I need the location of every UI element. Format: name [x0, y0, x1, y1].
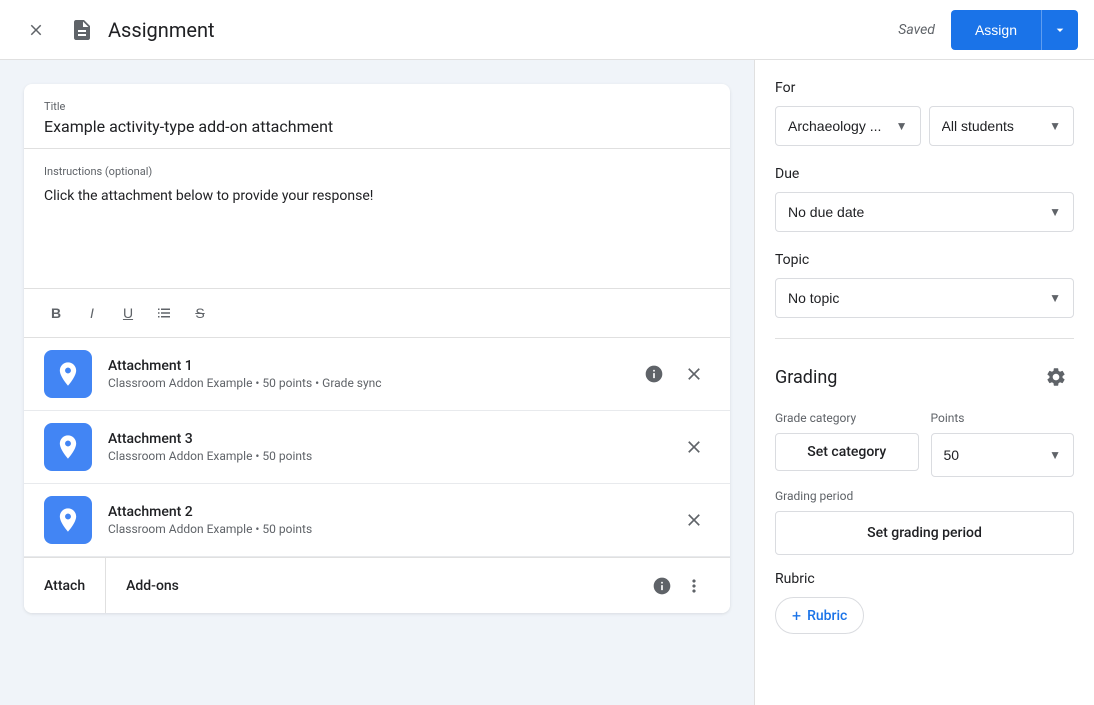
attachment-info-button[interactable]: [638, 358, 670, 390]
points-label: Points: [931, 411, 1075, 425]
doc-icon: [64, 12, 100, 48]
grading-section: Grading Grade category Set category Poin…: [775, 359, 1074, 634]
due-section: Due No due date ▼: [775, 166, 1074, 232]
bold-button[interactable]: B: [40, 297, 72, 329]
app-container: Assignment Saved Assign Title Instructio…: [0, 0, 1094, 705]
addons-label: Add-ons: [126, 578, 646, 594]
attachment-name: Attachment 1: [108, 358, 638, 374]
due-chevron-icon: ▼: [1049, 205, 1061, 219]
rubric-label: Rubric: [775, 571, 1074, 587]
students-chevron-icon: ▼: [1049, 119, 1061, 133]
topic-chevron-icon: ▼: [1049, 291, 1061, 305]
assign-dropdown-button[interactable]: [1041, 10, 1078, 50]
students-value: All students: [942, 118, 1014, 134]
grading-period-section: Grading period Set grading period: [775, 489, 1074, 555]
class-dropdown[interactable]: Archaeology ... ▼: [775, 106, 921, 146]
italic-button[interactable]: I: [76, 297, 108, 329]
points-chevron-icon: ▼: [1049, 448, 1061, 462]
grading-period-label: Grading period: [775, 489, 1074, 503]
attachment-info: Attachment 2 Classroom Addon Example • 5…: [108, 504, 678, 536]
underline-button[interactable]: U: [112, 297, 144, 329]
grade-category-label: Grade category: [775, 411, 919, 425]
topic-section: Topic No topic ▼: [775, 252, 1074, 339]
addons-info-button[interactable]: [646, 570, 678, 602]
rubric-section: Rubric + Rubric: [775, 571, 1074, 634]
instructions-text[interactable]: Click the attachment below to provide yo…: [44, 186, 710, 207]
add-rubric-label: Rubric: [807, 608, 847, 624]
page-title: Assignment: [108, 18, 898, 42]
add-rubric-button[interactable]: + Rubric: [775, 597, 864, 634]
topic-value: No topic: [788, 290, 839, 306]
addons-area: Add-ons: [105, 558, 730, 613]
class-chevron-icon: ▼: [896, 119, 908, 133]
attach-area[interactable]: Attach: [24, 558, 105, 613]
formatting-toolbar: B I U S: [24, 289, 730, 338]
attachment-meta: Classroom Addon Example • 50 points: [108, 449, 678, 463]
due-dropdown[interactable]: No due date ▼: [775, 192, 1074, 232]
attachment-remove-button[interactable]: [678, 504, 710, 536]
bottom-section: Attach Add-ons: [24, 557, 730, 613]
grade-category-col: Grade category Set category: [775, 411, 919, 477]
instructions-label: Instructions (optional): [44, 165, 710, 178]
for-dropdowns: Archaeology ... ▼ All students ▼: [775, 106, 1074, 146]
grading-header: Grading: [775, 359, 1074, 395]
attachment-actions: [678, 431, 710, 463]
points-col: Points 50 ▼: [931, 411, 1075, 477]
set-category-button[interactable]: Set category: [775, 433, 919, 471]
attachment-actions: [678, 504, 710, 536]
list-item: Attachment 1 Classroom Addon Example • 5…: [24, 338, 730, 411]
grading-settings-button[interactable]: [1038, 359, 1074, 395]
list-item: Attachment 3 Classroom Addon Example • 5…: [24, 411, 730, 484]
main-area: Title Instructions (optional) Click the …: [0, 60, 1094, 705]
saved-status: Saved: [898, 22, 935, 38]
list-item: Attachment 2 Classroom Addon Example • 5…: [24, 484, 730, 557]
set-grading-period-button[interactable]: Set grading period: [775, 511, 1074, 555]
attachment-remove-button[interactable]: [678, 431, 710, 463]
students-dropdown[interactable]: All students ▼: [929, 106, 1075, 146]
attachment-meta: Classroom Addon Example • 50 points • Gr…: [108, 376, 638, 390]
strikethrough-button[interactable]: S: [184, 297, 216, 329]
topic-dropdown[interactable]: No topic ▼: [775, 278, 1074, 318]
title-section: Title: [24, 84, 730, 149]
attachment-icon: [44, 496, 92, 544]
attachment-icon: [44, 350, 92, 398]
attachment-actions: [638, 358, 710, 390]
for-section: For Archaeology ... ▼ All students ▼: [775, 80, 1074, 146]
assignment-card: Title Instructions (optional) Click the …: [24, 84, 730, 613]
class-value: Archaeology ...: [788, 118, 881, 134]
for-label: For: [775, 80, 1074, 96]
due-value: No due date: [788, 204, 864, 220]
grading-title: Grading: [775, 367, 837, 388]
attachment-meta: Classroom Addon Example • 50 points: [108, 522, 678, 536]
attachment-info: Attachment 1 Classroom Addon Example • 5…: [108, 358, 638, 390]
title-label: Title: [44, 100, 710, 113]
plus-icon: +: [792, 606, 801, 625]
topic-label: Topic: [775, 252, 1074, 268]
addons-more-button[interactable]: [678, 570, 710, 602]
list-button[interactable]: [148, 297, 180, 329]
close-button[interactable]: [16, 10, 56, 50]
due-label: Due: [775, 166, 1074, 182]
header: Assignment Saved Assign: [0, 0, 1094, 60]
attachment-icon: [44, 423, 92, 471]
attachment-name: Attachment 2: [108, 504, 678, 520]
grade-row: Grade category Set category Points 50 ▼: [775, 411, 1074, 477]
right-panel: For Archaeology ... ▼ All students ▼ Due: [754, 60, 1094, 705]
attachment-info: Attachment 3 Classroom Addon Example • 5…: [108, 431, 678, 463]
instructions-section: Instructions (optional) Click the attach…: [24, 149, 730, 289]
points-value: 50: [944, 447, 960, 463]
assign-btn-group: Assign: [951, 10, 1078, 50]
left-panel: Title Instructions (optional) Click the …: [0, 60, 754, 705]
attachment-remove-button[interactable]: [678, 358, 710, 390]
assign-button[interactable]: Assign: [951, 10, 1041, 50]
title-input[interactable]: [44, 117, 710, 136]
attach-label: Attach: [44, 578, 85, 594]
points-dropdown[interactable]: 50 ▼: [931, 433, 1075, 477]
attachment-name: Attachment 3: [108, 431, 678, 447]
